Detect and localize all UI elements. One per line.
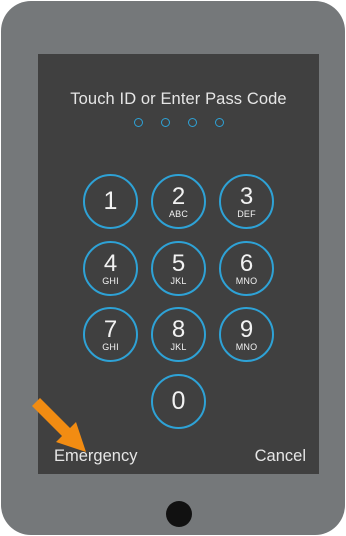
key-letters: MNO — [235, 276, 258, 286]
passcode-prompt: Touch ID or Enter Pass Code — [70, 90, 287, 108]
key-digit: 8 — [171, 316, 186, 343]
key-letters: JKL — [170, 276, 187, 286]
key-5[interactable]: 5 JKL — [151, 241, 206, 296]
key-letters: ABC — [168, 209, 189, 219]
cancel-button[interactable]: Cancel — [255, 447, 306, 466]
key-digit: 2 — [171, 183, 186, 210]
key-4[interactable]: 4 GHI — [83, 241, 138, 296]
key-letters: MNO — [235, 342, 258, 352]
key-0[interactable]: 0 — [151, 374, 206, 429]
key-digit: 9 — [239, 316, 254, 343]
passcode-dot — [187, 118, 197, 127]
key-digit: 6 — [239, 250, 254, 277]
key-letters: DEF — [237, 209, 256, 219]
passcode-dots — [38, 118, 319, 127]
key-letters: GHI — [102, 342, 119, 352]
passcode-dot — [133, 118, 143, 127]
key-digit: 4 — [103, 250, 118, 277]
device-frame: Touch ID or Enter Pass Code 1 2 ABC 3 DE… — [1, 1, 345, 535]
key-7[interactable]: 7 GHI — [83, 307, 138, 362]
arrow-icon — [32, 398, 86, 452]
key-letters: JKL — [170, 342, 187, 352]
key-digit: 3 — [239, 183, 254, 210]
passcode-dot — [214, 118, 224, 127]
key-2[interactable]: 2 ABC — [151, 174, 206, 229]
key-digit: 1 — [103, 187, 118, 215]
key-8[interactable]: 8 JKL — [151, 307, 206, 362]
key-letters: GHI — [102, 276, 119, 286]
key-3[interactable]: 3 DEF — [219, 174, 274, 229]
key-digit: 5 — [171, 250, 186, 277]
home-button-icon[interactable] — [166, 501, 192, 527]
key-digit: 7 — [103, 316, 118, 343]
key-9[interactable]: 9 MNO — [219, 307, 274, 362]
passcode-dot — [160, 118, 170, 127]
key-6[interactable]: 6 MNO — [219, 241, 274, 296]
key-1[interactable]: 1 — [83, 174, 138, 229]
key-digit: 0 — [171, 387, 186, 415]
